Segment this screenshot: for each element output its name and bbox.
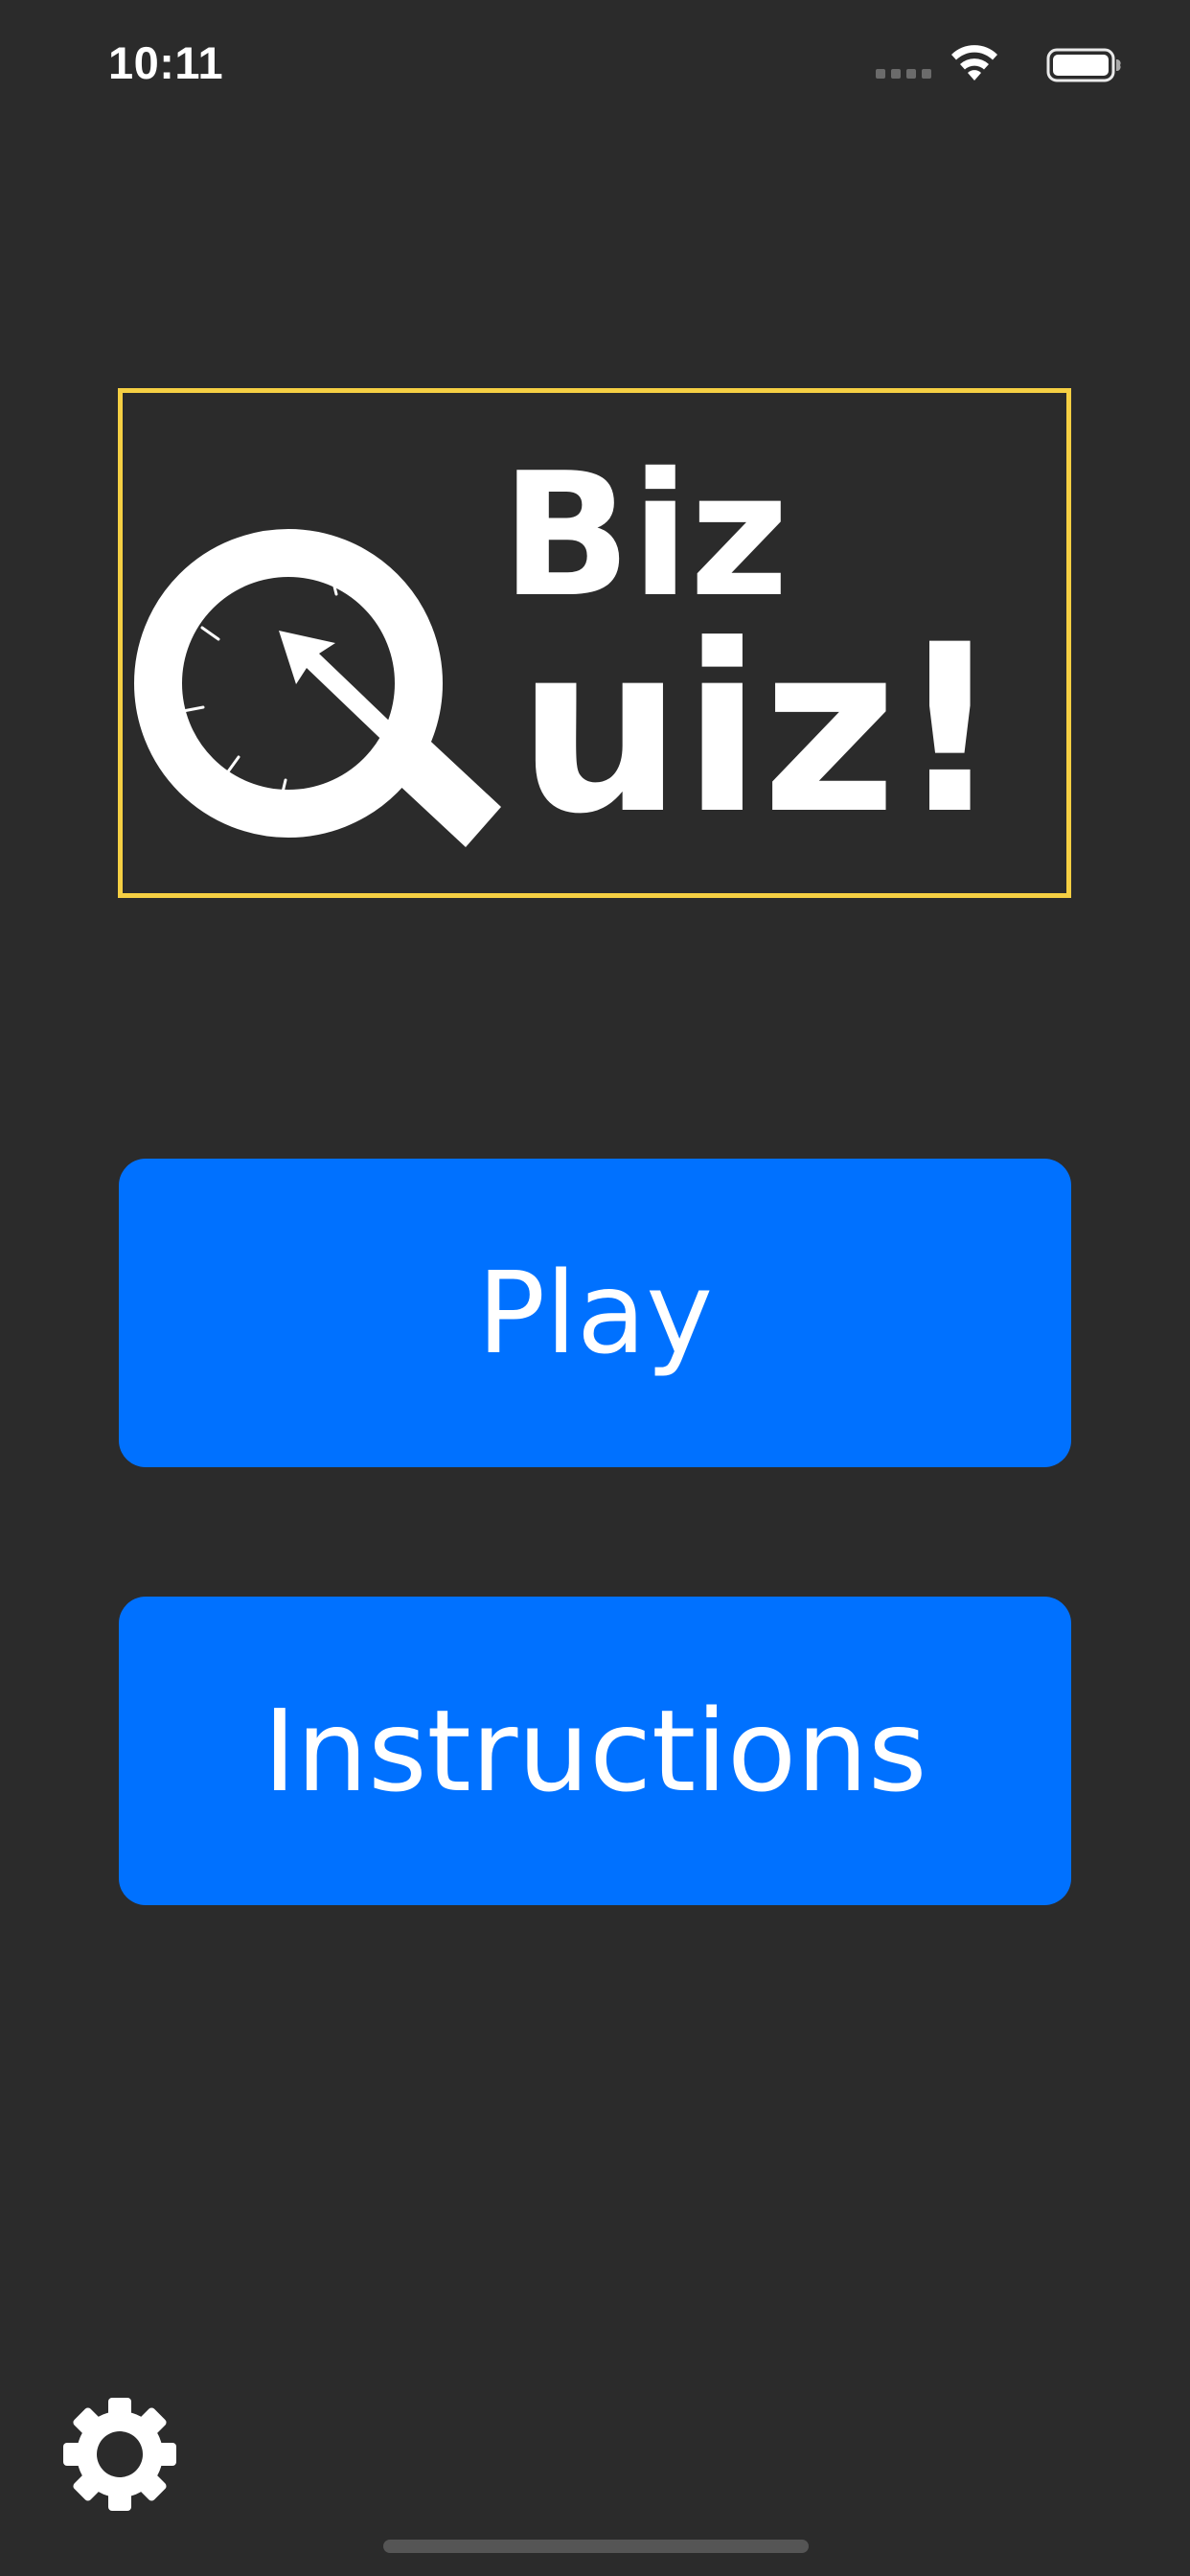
app-logo: Biz uiz!: [118, 388, 1071, 898]
cellular-signal-icon: [876, 69, 933, 79]
play-button[interactable]: Play: [119, 1159, 1071, 1467]
status-time: 10:11: [108, 37, 224, 88]
status-icons: [864, 42, 1123, 84]
logo-word-quiz: uiz!: [517, 595, 1002, 865]
wifi-icon: [951, 45, 997, 80]
home-indicator[interactable]: [383, 2540, 809, 2553]
gear-icon: [63, 2398, 176, 2511]
battery-icon: [1046, 48, 1121, 82]
settings-button[interactable]: [59, 2394, 180, 2515]
status-bar: 10:11: [0, 0, 1190, 134]
logo-artwork: Biz uiz!: [134, 436, 1002, 865]
stopwatch-q-icon: [134, 529, 501, 847]
instructions-button[interactable]: Instructions: [119, 1597, 1071, 1905]
